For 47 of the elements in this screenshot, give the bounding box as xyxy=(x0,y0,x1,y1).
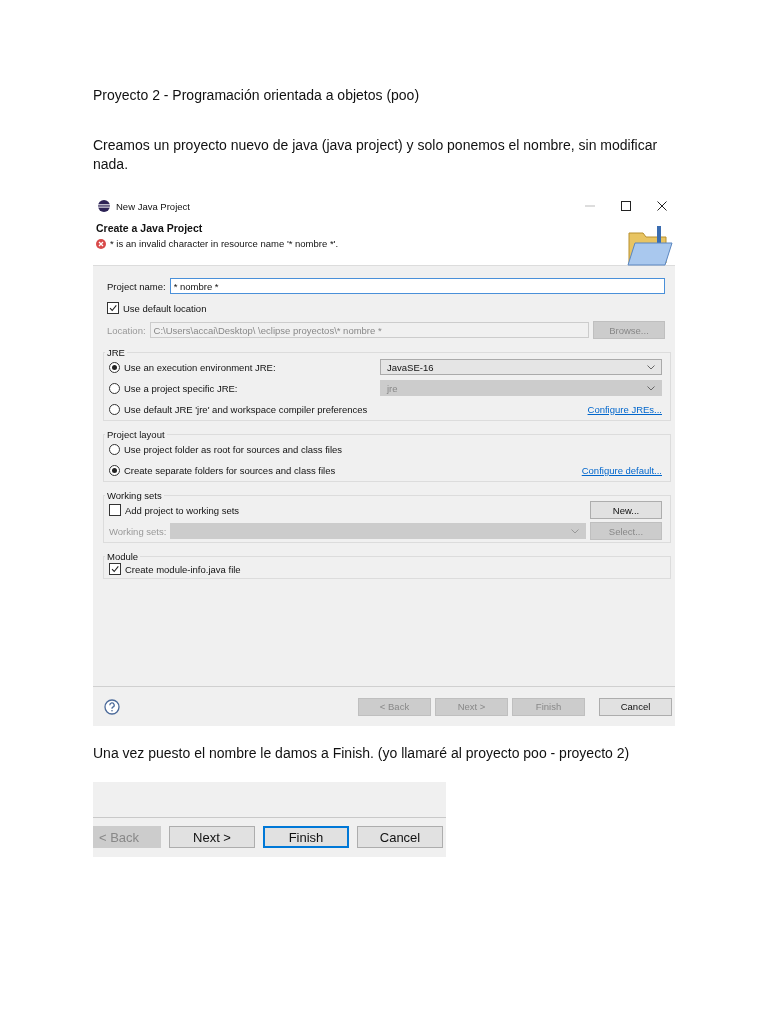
dialog-button[interactable]: Next > xyxy=(169,826,255,848)
radio-label: Use project folder as root for sources and class files xyxy=(124,443,343,455)
radio-button[interactable] xyxy=(109,361,120,373)
radio-label: Create separate folders for sources and class files xyxy=(124,464,336,476)
group-title: Project layout xyxy=(106,429,166,440)
radio-button[interactable] xyxy=(109,464,120,476)
paragraph: Una vez puesto el nombre le damos a Finish. (yo llamaré al proyecto poo - proyecto 2) xyxy=(93,744,631,763)
dialog-button[interactable]: Cancel xyxy=(599,697,672,716)
folder-icon xyxy=(627,225,673,267)
field-label: Working sets: xyxy=(109,525,167,537)
window-title: New Java Project xyxy=(116,200,190,212)
radio-label: Use a project specific JRE: xyxy=(124,382,238,394)
page-title: Create a Java Project xyxy=(96,222,204,234)
checkbox[interactable] xyxy=(107,302,119,314)
project-name-field[interactable]: * nombre * xyxy=(169,278,665,294)
document-heading: Proyecto 2 - Programación orientada a objetos (poo) xyxy=(93,86,421,105)
error-icon xyxy=(96,238,106,249)
paragraph: Creamos un proyecto nuevo de java (java project) y solo ponemos el nombre, sin modificar nada. xyxy=(93,136,659,174)
chevron-down-icon xyxy=(571,528,579,534)
field-label: Location: xyxy=(107,324,146,336)
eclipse-logo-icon xyxy=(98,200,110,212)
close-icon[interactable] xyxy=(656,200,668,212)
radio-label: Use an execution environment JRE: xyxy=(124,361,276,373)
group-title: JRE xyxy=(106,347,126,358)
checkbox-label: Add project to working sets xyxy=(125,504,240,516)
dialog-button[interactable]: Cancel xyxy=(357,826,443,848)
maximize-icon[interactable] xyxy=(620,200,632,212)
radio-button[interactable] xyxy=(109,382,120,394)
radio-button[interactable] xyxy=(109,403,120,415)
group-title: Module xyxy=(106,551,140,562)
radio-button[interactable] xyxy=(109,443,120,455)
group-title: Working sets xyxy=(106,490,163,501)
chevron-down-icon xyxy=(647,364,655,370)
help-icon[interactable] xyxy=(104,698,120,715)
checkbox-label: Create module-info.java file xyxy=(125,563,241,575)
dialog-button[interactable]: Finish xyxy=(263,826,349,848)
new-button[interactable]: New... xyxy=(590,501,662,519)
field-label: Project name: xyxy=(107,280,166,292)
checkbox[interactable] xyxy=(109,504,121,516)
chevron-down-icon xyxy=(647,385,655,391)
error-message: * is an invalid character in resource name '* nombre *'. xyxy=(110,238,339,249)
link[interactable]: Configure JREs... xyxy=(587,403,662,415)
link[interactable]: Configure default... xyxy=(581,464,662,476)
radio-label: Use default JRE 'jre' and workspace compiler preferences xyxy=(124,403,368,415)
dropdown[interactable]: JavaSE-16 xyxy=(380,359,662,375)
checkbox[interactable] xyxy=(109,563,121,575)
checkbox-label: Use default location xyxy=(123,302,207,314)
